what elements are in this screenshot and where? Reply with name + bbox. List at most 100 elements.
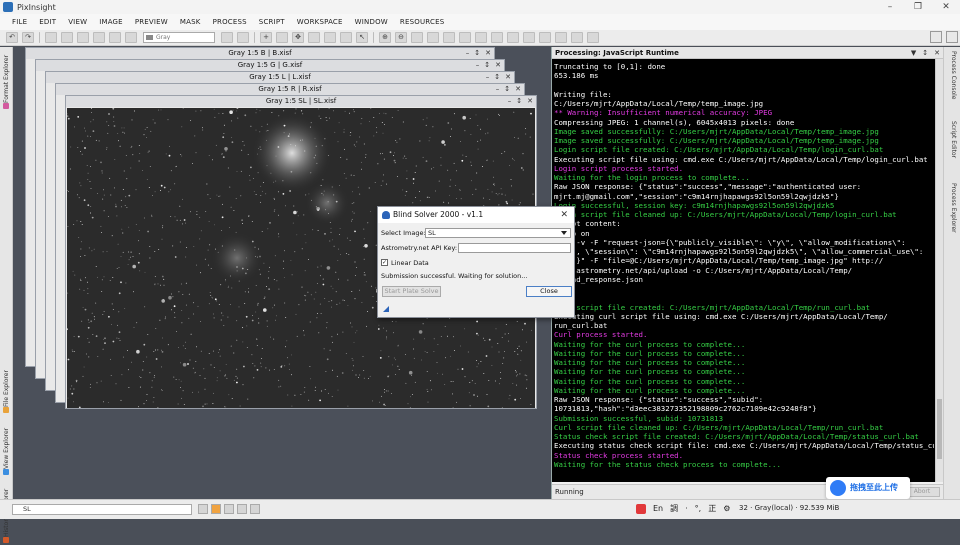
close-icon[interactable]: ✕: [932, 0, 960, 14]
stf-icon[interactable]: [443, 32, 455, 43]
fit-icon[interactable]: [250, 504, 260, 514]
menu-image[interactable]: IMAGE: [93, 18, 129, 26]
dialog-title-bar[interactable]: Blind Solver 2000 - v1.1 ✕: [378, 207, 574, 223]
shade-icon[interactable]: –: [496, 85, 500, 93]
float-icon[interactable]: ↕: [922, 49, 928, 57]
maximize-icon[interactable]: ↕: [516, 97, 522, 105]
menu-resources[interactable]: RESOURCES: [394, 18, 450, 26]
mask-enable-icon[interactable]: [555, 32, 567, 43]
readout-icon[interactable]: [308, 32, 320, 43]
ime-mode[interactable]: 調: [670, 503, 678, 514]
window-close-icon[interactable]: ✕: [527, 97, 533, 105]
mask-show-icon[interactable]: [523, 32, 535, 43]
api-key-input[interactable]: [458, 243, 571, 253]
window-close-icon[interactable]: ✕: [515, 85, 521, 93]
start-plate-solve-button[interactable]: Start Plate Solve: [382, 286, 441, 297]
restore-icon[interactable]: ❐: [904, 0, 932, 14]
shade-icon[interactable]: –: [466, 49, 470, 57]
shade-icon[interactable]: –: [486, 73, 490, 81]
edit-preview-icon[interactable]: [340, 32, 352, 43]
menu-window[interactable]: WINDOW: [349, 18, 394, 26]
image-window-title[interactable]: Gray 1:5 R | R.xisf–↕✕: [56, 84, 524, 95]
channel-select[interactable]: Gray: [143, 32, 215, 43]
ime-logo-icon[interactable]: [636, 504, 646, 514]
maximize-icon[interactable]: ↕: [504, 85, 510, 93]
tab-view-explorer[interactable]: View Explorer: [1, 419, 12, 477]
open-file-icon[interactable]: [61, 32, 73, 43]
image-window-title[interactable]: Gray 1:5 G | G.xisf–↕✕: [36, 60, 504, 71]
stf-auto-icon[interactable]: [459, 32, 471, 43]
window-close-icon[interactable]: ✕: [495, 61, 501, 69]
tab-process-explorer[interactable]: Process Explorer: [948, 183, 959, 249]
ime-settings-icon[interactable]: ⚙: [723, 504, 730, 513]
zoom-actual-icon[interactable]: [427, 32, 439, 43]
zoom-1-1-icon[interactable]: [237, 32, 249, 43]
ime-language[interactable]: En: [653, 504, 663, 513]
tab-file-explorer[interactable]: File Explorer: [1, 365, 12, 415]
menu-file[interactable]: FILE: [0, 18, 33, 26]
ime-punct[interactable]: ·: [685, 504, 688, 513]
pointer-icon[interactable]: ↖: [356, 32, 368, 43]
maximize-icon[interactable]: ↕: [484, 61, 490, 69]
redo-icon[interactable]: ↷: [22, 32, 34, 43]
grid-icon[interactable]: [224, 504, 234, 514]
tab-script-editor[interactable]: Script Editor: [948, 121, 959, 179]
script-icon[interactable]: [587, 32, 599, 43]
menu-script[interactable]: SCRIPT: [253, 18, 291, 26]
minimize-icon[interactable]: –: [876, 0, 904, 14]
menu-mask[interactable]: MASK: [174, 18, 207, 26]
layout-icon[interactable]: [237, 504, 247, 514]
stf-reset-icon[interactable]: [475, 32, 487, 43]
image-window-title[interactable]: Gray 1:5 SL | SL.xisf–↕✕: [66, 96, 536, 107]
invert-icon[interactable]: [125, 32, 137, 43]
ime-width[interactable]: °,: [695, 504, 702, 513]
window-close-icon[interactable]: ✕: [485, 49, 491, 57]
console-scrollbar[interactable]: [935, 59, 943, 482]
maximize-icon[interactable]: ↕: [474, 49, 480, 57]
menu-process[interactable]: PROCESS: [207, 18, 253, 26]
maximize-icon[interactable]: ↕: [494, 73, 500, 81]
dialog-close-icon[interactable]: ✕: [560, 207, 568, 223]
menu-edit[interactable]: EDIT: [33, 18, 62, 26]
zoom-in-icon[interactable]: ⊕: [379, 32, 391, 43]
undo-icon[interactable]: ↶: [6, 32, 18, 43]
view-select[interactable]: SL: [12, 504, 192, 515]
dock-icon[interactable]: ▼: [911, 49, 916, 57]
new-image-icon[interactable]: [45, 32, 57, 43]
zoom-fit-window-icon[interactable]: [411, 32, 423, 43]
tab-format-explorer[interactable]: Format Explorer: [1, 51, 12, 111]
zoom-out-icon[interactable]: ⊖: [395, 32, 407, 43]
resize-grip-icon[interactable]: [383, 306, 389, 312]
mask-invert-icon[interactable]: [539, 32, 551, 43]
layout-single-icon[interactable]: [930, 31, 942, 43]
close-image-icon[interactable]: [93, 32, 105, 43]
zoom-fit-icon[interactable]: [221, 32, 233, 43]
scrollbar-thumb[interactable]: [937, 399, 942, 459]
preview-icon[interactable]: [324, 32, 336, 43]
menu-workspace[interactable]: WORKSPACE: [291, 18, 349, 26]
pan-icon[interactable]: [276, 32, 288, 43]
process-icon[interactable]: [571, 32, 583, 43]
shade-icon[interactable]: –: [508, 97, 512, 105]
window-close-icon[interactable]: ✕: [505, 73, 511, 81]
mask-icon[interactable]: [507, 32, 519, 43]
console-close-icon[interactable]: ✕: [934, 49, 940, 57]
linear-data-checkbox[interactable]: ✓: [381, 259, 388, 266]
image-window-title[interactable]: Gray 1:5 B | B.xisf–↕✕: [26, 48, 494, 59]
stf-link-icon[interactable]: [491, 32, 503, 43]
close-button[interactable]: Close: [526, 286, 572, 297]
shade-icon[interactable]: –: [476, 61, 480, 69]
rgb-channel-icon[interactable]: [109, 32, 121, 43]
layout-split-icon[interactable]: [946, 31, 958, 43]
preview-color-icon[interactable]: [211, 504, 221, 514]
select-image-dropdown[interactable]: SL: [425, 228, 571, 238]
cloud-upload-badge[interactable]: 拖拽至此上传: [826, 477, 910, 499]
move-icon[interactable]: ✥: [292, 32, 304, 43]
menu-preview[interactable]: PREVIEW: [129, 18, 174, 26]
save-icon[interactable]: [77, 32, 89, 43]
menu-view[interactable]: VIEW: [62, 18, 93, 26]
crosshair-icon[interactable]: +: [260, 32, 272, 43]
tab-process-console[interactable]: Process Console: [948, 51, 959, 119]
image-window-title[interactable]: Gray 1:5 L | L.xisf–↕✕: [46, 72, 514, 83]
ime-simplified[interactable]: 正: [708, 503, 716, 514]
